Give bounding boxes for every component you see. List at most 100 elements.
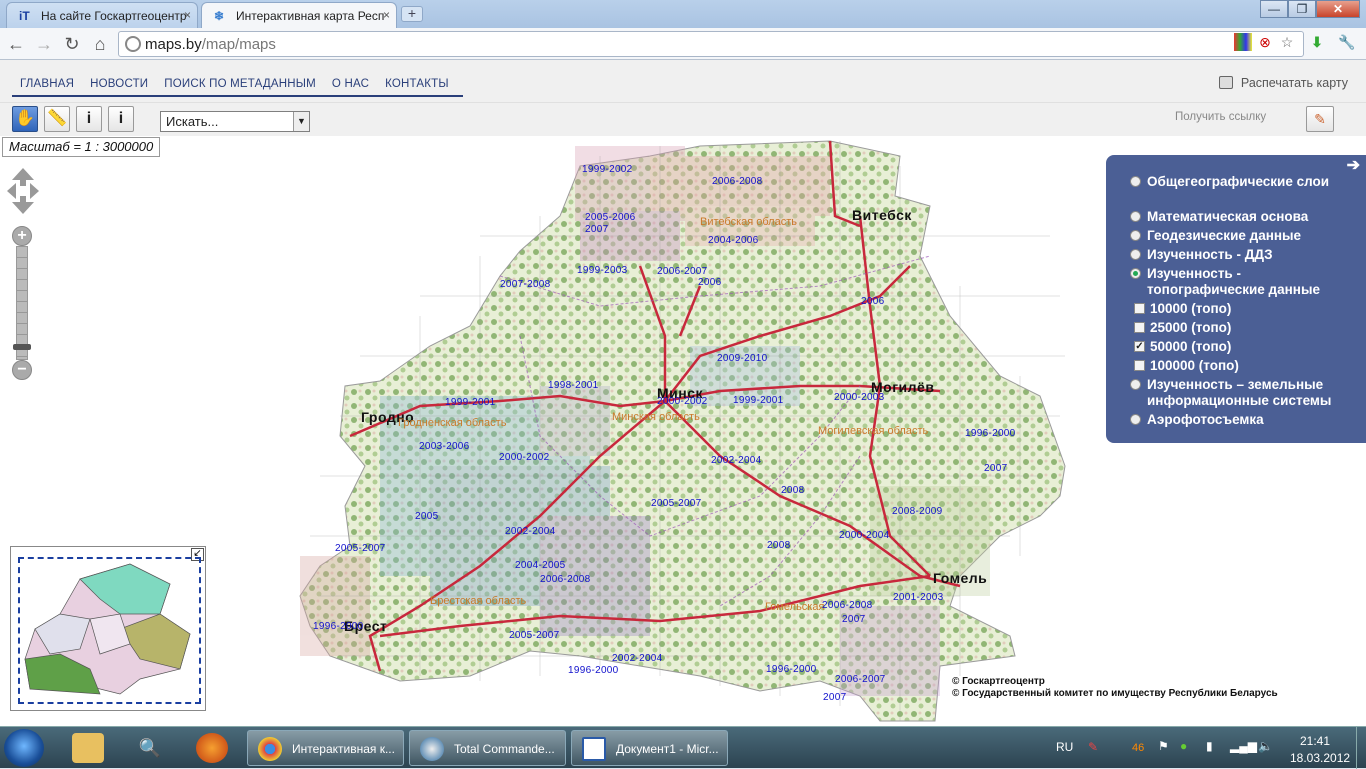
chrome-icon	[258, 737, 282, 761]
language-indicator[interactable]: RU	[1056, 740, 1073, 754]
layer-checkbox[interactable]: ✓ 50000 (топо)	[1126, 339, 1358, 355]
explorer-icon[interactable]	[72, 733, 104, 763]
menu-item-contacts[interactable]: КОНТАКТЫ	[385, 78, 449, 95]
checkbox[interactable]	[1134, 360, 1145, 371]
chevron-down-icon[interactable]: ▼	[293, 112, 309, 131]
checkbox-checked[interactable]: ✓	[1134, 341, 1145, 352]
taskbar-item[interactable]: Интерактивная к...	[247, 730, 404, 766]
back-arrow-icon[interactable]: ←	[4, 32, 28, 56]
layer-checkbox[interactable]: 100000 (топо)	[1126, 358, 1358, 374]
layer-option[interactable]: Изученность - ДДЗ	[1126, 247, 1358, 263]
new-tab-button[interactable]: +	[401, 6, 423, 22]
layer-option[interactable]: Математическая основа	[1126, 209, 1358, 225]
menu-item-about[interactable]: О НАС	[332, 78, 369, 95]
signal-icon[interactable]: ▂▄▆	[1230, 739, 1257, 753]
radio-button[interactable]	[1130, 176, 1141, 187]
download-arrow-icon[interactable]: ⬇	[1308, 33, 1326, 51]
year-label: 2000-2003	[834, 392, 885, 403]
radio-button[interactable]	[1130, 249, 1141, 260]
maximize-button[interactable]: ❐	[1288, 0, 1316, 18]
volume-icon[interactable]: 🔈	[1258, 739, 1273, 753]
color-extension-icon[interactable]	[1234, 33, 1252, 51]
menu-item-news[interactable]: НОВОСТИ	[90, 78, 148, 95]
overview-map[interactable]: ↙	[10, 546, 206, 711]
total-commander-icon	[420, 737, 444, 761]
year-label: 2006-2007	[835, 674, 886, 685]
site-logo-icon: iT	[19, 9, 30, 23]
radio-button-selected[interactable]	[1130, 268, 1141, 279]
tray-green-icon[interactable]: ●	[1180, 739, 1187, 753]
reload-icon[interactable]: ↻	[60, 32, 84, 56]
address-bar[interactable]: maps.by/map/maps	[118, 31, 1304, 57]
pan-control[interactable]	[6, 166, 40, 216]
zoom-out-button[interactable]: −	[12, 360, 32, 380]
city-label: Витебск	[852, 207, 912, 223]
radio-button[interactable]	[1130, 414, 1141, 425]
tray-app-icon[interactable]: ✎	[1088, 740, 1098, 754]
show-desktop-button[interactable]	[1356, 727, 1366, 769]
tab-goskartgeocentr[interactable]: iT На сайте Госкартгеоцентр ×	[6, 2, 198, 28]
radio-button[interactable]	[1130, 379, 1141, 390]
globe-icon	[125, 36, 141, 52]
firefox-icon[interactable]	[196, 733, 228, 763]
block-extension-icon[interactable]: ⊗	[1256, 33, 1274, 51]
battery-icon[interactable]: ▮	[1206, 739, 1213, 753]
checkbox[interactable]	[1134, 303, 1145, 314]
start-button[interactable]	[4, 729, 44, 767]
tab-interactive-map[interactable]: ❄ Интерактивная карта Респ ×	[201, 2, 397, 28]
map-canvas[interactable]: Масштаб = 1 : 3000000 + − Витебск Минск …	[0, 136, 1366, 726]
layer-option[interactable]: Геодезические данные	[1126, 228, 1358, 244]
map-scale: Масштаб = 1 : 3000000	[2, 137, 161, 157]
year-label: 1999-2001	[733, 395, 784, 406]
menu-item-metadata-search[interactable]: ПОИСК ПО МЕТАДАННЫМ	[164, 78, 316, 95]
print-map-link[interactable]: Распечатать карту	[1218, 76, 1348, 90]
close-window-button[interactable]: ✕	[1316, 0, 1360, 18]
wrench-icon[interactable]: 🔧	[1338, 33, 1356, 51]
layer-option[interactable]: Общегеографические слои	[1126, 174, 1358, 190]
layer-option[interactable]: Изученность – земельные информационные с…	[1126, 377, 1358, 409]
close-tab-icon[interactable]: ×	[184, 8, 191, 22]
get-link-text[interactable]: Получить ссылку	[1175, 111, 1266, 123]
minimize-button[interactable]: —	[1260, 0, 1288, 18]
year-label: 2007	[984, 463, 1008, 474]
layer-checkbox[interactable]: 10000 (топо)	[1126, 301, 1358, 317]
collapse-arrow-icon[interactable]: ➔	[1347, 155, 1360, 175]
forward-arrow-icon[interactable]: →	[32, 32, 56, 56]
layer-checkbox[interactable]: 25000 (топо)	[1126, 320, 1358, 336]
taskbar-item[interactable]: Документ1 - Micr...	[571, 730, 728, 766]
link-icon-button[interactable]: ✎	[1306, 106, 1334, 132]
year-label: 2006-2008	[540, 574, 591, 585]
year-label: 2001-2003	[893, 592, 944, 603]
pan-hand-tool-button[interactable]: ✋	[12, 106, 38, 132]
overview-extent	[18, 557, 201, 704]
bookmark-star-icon[interactable]: ☆	[1278, 33, 1296, 51]
info-tool-button[interactable]: i	[76, 106, 102, 132]
year-label: 2007	[585, 224, 609, 235]
year-label: 2002-2004	[612, 653, 663, 664]
year-label: 2005-2007	[651, 498, 702, 509]
checkbox[interactable]	[1134, 322, 1145, 333]
clock-date[interactable]: 18.03.2012	[1290, 751, 1350, 765]
year-label: 2008	[781, 485, 805, 496]
search-select[interactable]: Искать... ▼	[160, 111, 310, 132]
zoom-slider[interactable]	[16, 246, 28, 360]
home-icon[interactable]: ⌂	[88, 32, 112, 56]
region-label: Могилевская область	[818, 425, 929, 437]
radio-button[interactable]	[1130, 230, 1141, 241]
radio-button[interactable]	[1130, 211, 1141, 222]
search-magnifier-icon[interactable]: 🔍	[134, 733, 166, 763]
year-label: 1999-2002	[582, 164, 633, 175]
layer-option[interactable]: Аэрофотосъемка	[1126, 412, 1358, 428]
year-label: 2006	[698, 277, 722, 288]
zoom-slider-thumb[interactable]	[13, 344, 31, 350]
clock-time[interactable]: 21:41	[1300, 734, 1330, 748]
flag-icon[interactable]: ⚑	[1158, 739, 1169, 753]
info-list-tool-button[interactable]: i	[108, 106, 134, 132]
layer-option[interactable]: Изученность - топографические данные	[1126, 266, 1358, 298]
ruler-tool-button[interactable]: 📏	[44, 106, 70, 132]
taskbar-item[interactable]: Total Commande...	[409, 730, 566, 766]
zoom-in-button[interactable]: +	[12, 226, 32, 246]
zoom-control[interactable]: + −	[12, 226, 32, 380]
close-tab-icon[interactable]: ×	[383, 8, 390, 22]
menu-item-home[interactable]: ГЛАВНАЯ	[20, 78, 74, 95]
